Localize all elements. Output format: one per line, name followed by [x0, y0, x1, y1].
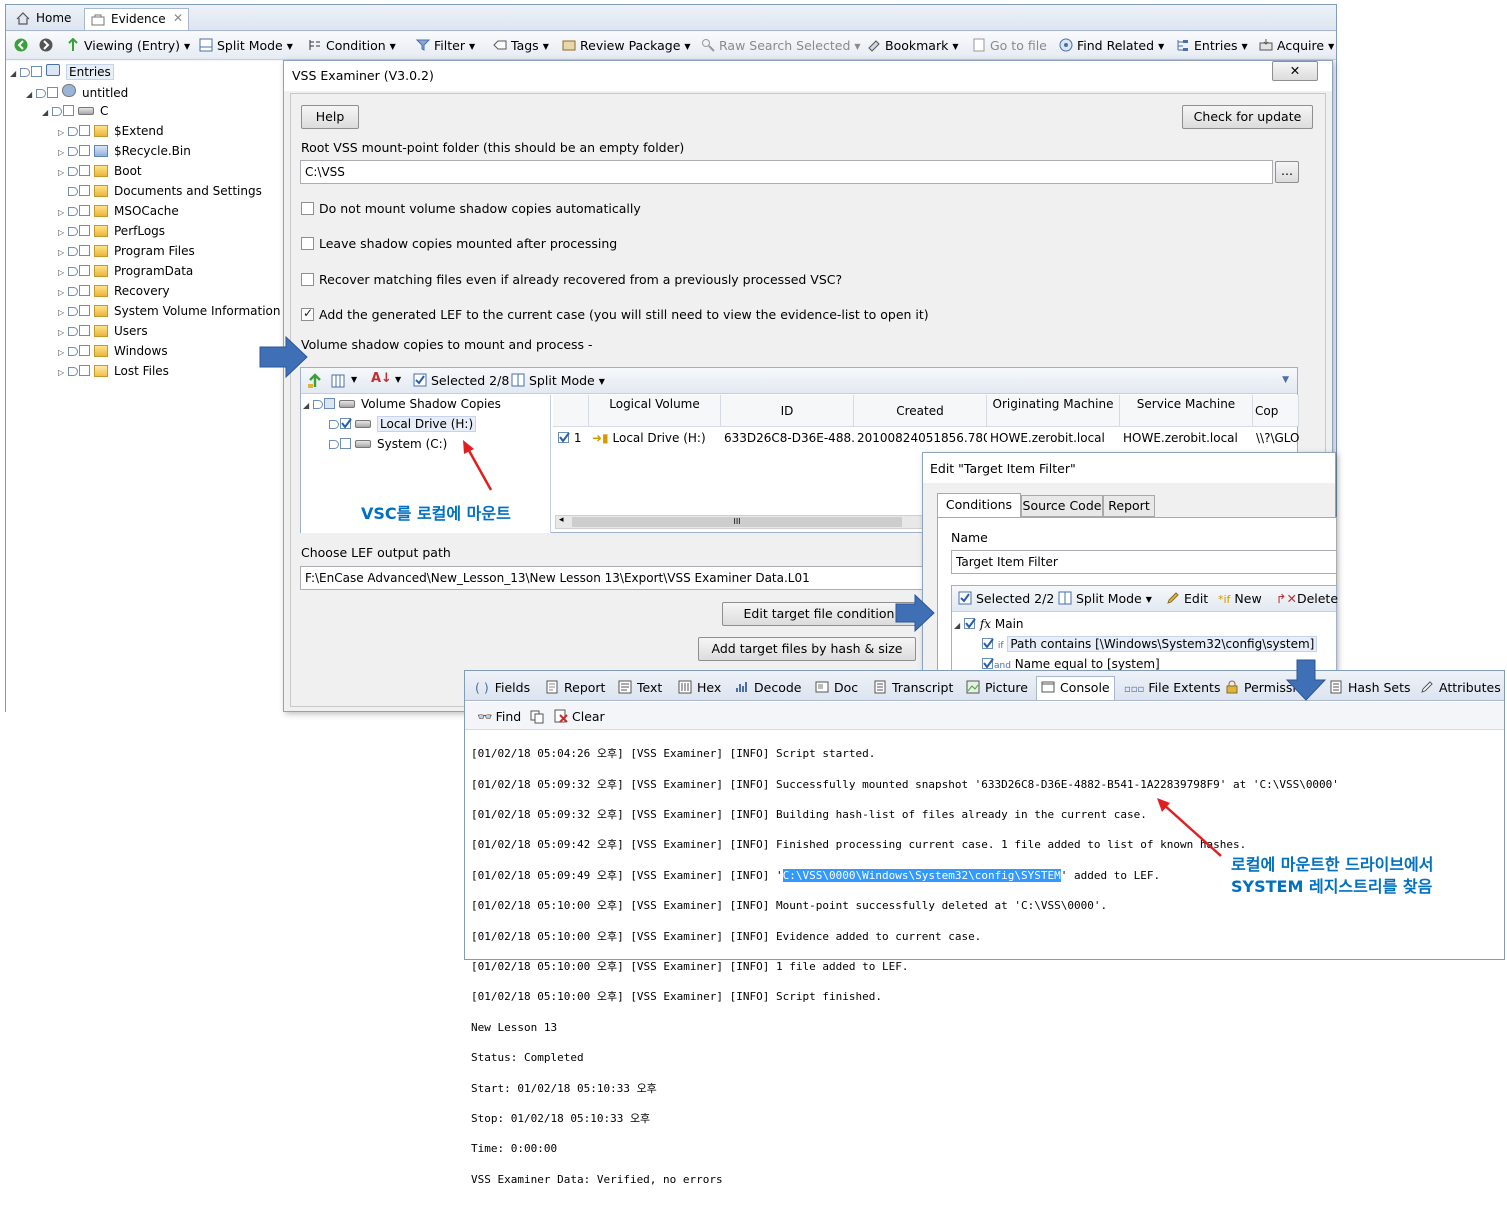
blue-arrow-icon — [1285, 659, 1327, 701]
console-line: New Lesson 13 — [471, 1020, 558, 1034]
registry-annotation-line2: SYSTEM 레지스트리를 찾음 — [1231, 877, 1433, 896]
console-line: [01/02/18 05:10:00 오후] [VSS Examiner] [I… — [471, 990, 882, 1004]
blue-arrow-icon — [259, 335, 308, 379]
console-line: VSS Examiner Data: Verified, no errors — [471, 1172, 723, 1186]
console-line: Status: Completed — [471, 1051, 584, 1065]
annotation-overlay — [259, 335, 1327, 857]
console-line: Start: 01/02/18 05:10:33 오후 — [471, 1081, 657, 1095]
console-line: Stop: 01/02/18 05:10:33 오후 — [471, 1112, 651, 1126]
mount-annotation: VSC를 로컬에 마운트 — [361, 504, 511, 523]
registry-annotation-line1: 로컬에 마운트한 드라이브에서 — [1231, 855, 1434, 874]
console-line: Time: 0:00:00 — [471, 1142, 558, 1156]
red-arrow-icon — [1162, 803, 1222, 857]
red-arrow-icon — [465, 446, 493, 491]
blue-arrow-icon — [895, 593, 935, 633]
